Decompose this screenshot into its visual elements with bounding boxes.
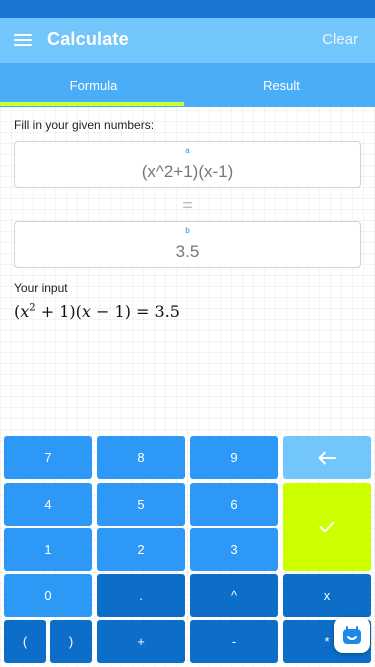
tab-indicator [0,102,184,106]
tab-result[interactable]: Result [188,63,375,107]
backspace-button[interactable] [283,436,371,479]
key-3[interactable]: 3 [190,528,278,571]
field-a-value: (x^2+1)(x-1) [141,162,234,181]
app-badge-icon [334,617,370,653]
key-plus[interactable]: + [97,620,185,663]
clear-button[interactable]: Clear [322,31,358,48]
key-close-paren[interactable]: ) [50,620,92,663]
key-1[interactable]: 1 [4,528,92,571]
status-bar [0,0,375,18]
checkmark-icon [319,521,335,533]
backspace-arrow-icon [318,451,336,464]
key-minus[interactable]: - [190,620,278,663]
field-a-label: a [185,146,190,155]
key-x-variable[interactable]: x [283,574,371,617]
tab-bar: Formula Result [0,63,375,107]
rendered-expression: (x2 + 1)(x − 1) = 3.5 [14,302,180,321]
key-8[interactable]: 8 [97,436,185,479]
app-title: Calculate [47,29,129,49]
tab-formula[interactable]: Formula [0,63,187,107]
key-open-paren[interactable]: ( [4,620,46,663]
expr-x1: x [20,302,30,321]
expr-minus-part: − 1) = 3.5 [90,302,180,321]
key-4[interactable]: 4 [4,483,92,526]
key-decimal-point[interactable]: . [97,574,185,617]
field-b-value: 3.5 [175,242,200,261]
key-2[interactable]: 2 [97,528,185,571]
app-bar: Calculate Clear [0,18,375,63]
key-6[interactable]: 6 [190,483,278,526]
key-0[interactable]: 0 [4,574,92,617]
key-7[interactable]: 7 [4,436,92,479]
key-5[interactable]: 5 [97,483,185,526]
formula-field-a[interactable]: a (x^2+1)(x-1) [14,141,361,188]
formula-field-b[interactable]: b 3.5 [14,221,361,268]
key-9[interactable]: 9 [190,436,278,479]
key-power[interactable]: ^ [190,574,278,617]
expr-x2: x [81,302,91,321]
expr-plus-part: + 1)( [35,302,82,321]
instruction-text: Fill in your given numbers: [14,118,155,132]
hamburger-menu-icon[interactable] [14,32,34,48]
your-input-label: Your input [14,281,68,295]
stack-app-icon [343,626,361,644]
equals-sign: = [182,195,193,215]
field-b-label: b [185,226,190,235]
confirm-button[interactable] [283,483,371,571]
